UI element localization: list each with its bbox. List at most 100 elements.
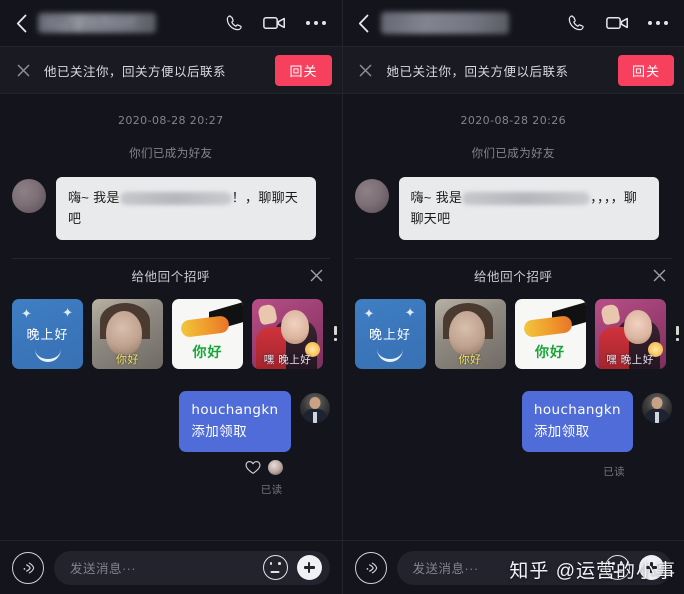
sticker-scroll-indicator[interactable] <box>675 323 681 345</box>
message-input[interactable]: 发送消息··· <box>396 550 672 585</box>
sticker-night[interactable]: ✦ ✦ 晚上好 <box>12 298 83 369</box>
star-icon: ✦ <box>404 304 416 320</box>
system-note: 你们已成为好友 <box>129 148 213 160</box>
chat-header: ~..,·'|/·~·!~~! <box>0 0 342 46</box>
phone-icon[interactable] <box>564 11 588 35</box>
close-icon[interactable] <box>650 267 668 285</box>
portrait-face <box>281 309 309 344</box>
contact-avatar[interactable] <box>12 179 46 213</box>
read-status: 已读 <box>603 466 625 479</box>
more-horizontal-icon[interactable] <box>304 11 328 35</box>
banner-text: 他已关注你，回关方便以后联系 <box>44 64 227 79</box>
incoming-text-prefix: 嗨~ 我是 <box>68 190 120 205</box>
waving-hand-icon <box>257 303 278 326</box>
back-button[interactable] <box>353 12 375 34</box>
voice-wave-icon[interactable] <box>12 551 44 584</box>
chat-header <box>343 0 684 46</box>
heart-outline-icon[interactable] <box>245 459 262 476</box>
contact-name-redacted: ~..,·'|/·~·!~~! <box>38 13 156 33</box>
follow-back-button[interactable]: 回关 <box>275 54 332 86</box>
portrait-face <box>623 309 652 344</box>
outgoing-message-row: houchangkn 添加领取 <box>355 390 672 453</box>
message-input[interactable]: 发送消息··· <box>54 550 330 585</box>
outgoing-message-row: houchangkn 添加领取 <box>12 390 330 453</box>
avatar-tie <box>312 411 317 423</box>
voice-wave-icon[interactable] <box>354 551 387 584</box>
avatar-head <box>651 396 663 409</box>
message-input-placeholder: 发送消息··· <box>70 562 136 576</box>
banner-divider <box>0 93 342 94</box>
close-icon[interactable] <box>308 267 326 285</box>
phone-icon[interactable] <box>222 11 246 35</box>
more-horizontal-icon[interactable] <box>646 11 670 35</box>
incoming-bubble[interactable]: 嗨~ 我是 ！，聊聊天吧 <box>56 177 316 240</box>
chat-panel-right: 她已关注你，回关方便以后联系 回关 2020-08-28 20:26 你们已成为… <box>341 0 684 594</box>
outgoing-line-1: houchangkn <box>191 401 279 418</box>
back-button[interactable] <box>10 12 32 34</box>
outgoing-line-2: 添加领取 <box>191 424 247 440</box>
close-icon[interactable] <box>14 61 32 79</box>
orange-shape <box>180 315 230 338</box>
self-avatar[interactable] <box>299 392 330 423</box>
sticker-scroll-indicator[interactable] <box>332 323 338 345</box>
greeting-header: 给他回个招呼 <box>12 259 330 293</box>
contact-avatar[interactable] <box>354 179 389 213</box>
message-reactions <box>12 459 330 476</box>
incoming-bubble[interactable]: 嗨~ 我是 ，，，，聊聊天吧 <box>398 177 659 240</box>
reactor-avatar[interactable] <box>267 460 283 476</box>
sticker-label: 晚上好 <box>368 326 411 342</box>
crescent-moon-icon <box>377 346 403 362</box>
incoming-text-prefix: 嗨~ 我是 <box>410 190 463 205</box>
sticker-label: 你好 <box>116 353 139 366</box>
star-icon: ✦ <box>21 305 32 321</box>
emoji-smiley-icon[interactable] <box>605 555 630 580</box>
contact-name-text: ~..,·'|/·~·!~~! <box>44 15 136 31</box>
outgoing-bubble[interactable]: houchangkn 添加领取 <box>179 390 291 453</box>
plus-icon[interactable] <box>639 555 664 580</box>
contact-name-redacted <box>380 12 509 34</box>
sticker-portrait-hello[interactable]: 你好 <box>434 298 506 369</box>
sticker-orange-hello[interactable]: 你好 <box>172 298 243 369</box>
chat-comparison-screenshot: ~..,·'|/·~·!~~! 他已关注你，回关方便以后联系 回关 2020-0… <box>0 0 684 594</box>
close-icon[interactable] <box>357 61 375 79</box>
outgoing-bubble[interactable]: houchangkn 添加领取 <box>521 390 633 453</box>
system-note: 你们已成为好友 <box>471 148 555 160</box>
sticker-wave-hello[interactable]: 嘿 晚上好 <box>594 298 666 369</box>
greeting-header: 给他回个招呼 <box>355 259 673 293</box>
sticker-wave-hello[interactable]: 嘿 晚上好 <box>252 298 323 369</box>
sticker-row: ✦ ✦ 晚上好 你好 你好 嘿 晚上好 <box>12 298 337 369</box>
message-input-bar: 发送消息··· <box>0 540 342 594</box>
sticker-night[interactable]: ✦ ✦ 晚上好 <box>354 298 426 369</box>
chat-panel-left: ~..,·'|/·~·!~~! 他已关注你，回关方便以后联系 回关 2020-0… <box>0 0 342 594</box>
follow-back-banner: 她已关注你，回关方便以后联系 回关 <box>342 47 684 93</box>
greeting-title: 给他回个招呼 <box>473 270 553 285</box>
sticker-label: 你好 <box>192 343 223 360</box>
sticker-portrait-hello[interactable]: 你好 <box>92 298 163 369</box>
greeting-title: 给他回个招呼 <box>131 270 211 285</box>
banner-divider <box>342 93 684 94</box>
contact-name <box>375 12 565 34</box>
sticker-label: 晚上好 <box>26 326 69 342</box>
sticker-row: ✦ ✦ 晚上好 你好 你好 嘿 晚上好 <box>354 298 679 369</box>
chat-body: 2020-08-28 20:26 你们已成为好友 嗨~ 我是 ，，，，聊聊天吧 给… <box>343 114 684 479</box>
banner-text: 她已关注你，回关方便以后联系 <box>386 64 569 79</box>
video-camera-icon[interactable] <box>263 11 287 35</box>
sticker-orange-hello[interactable]: 你好 <box>514 298 586 369</box>
avatar-tie <box>655 411 659 423</box>
video-camera-icon[interactable] <box>605 11 629 35</box>
emoji-smiley-icon[interactable] <box>262 555 288 580</box>
message-timestamp: 2020-08-28 20:27 <box>117 114 224 127</box>
redacted-name <box>119 192 232 206</box>
star-icon: ✦ <box>62 304 73 320</box>
follow-back-button[interactable]: 回关 <box>617 54 674 86</box>
outgoing-line-2: 添加领取 <box>533 424 590 440</box>
message-input-bar: 发送消息··· <box>342 540 684 594</box>
sticker-label: 你好 <box>458 353 482 366</box>
message-timestamp: 2020-08-28 20:26 <box>460 114 567 127</box>
portrait-face <box>448 310 485 355</box>
self-avatar[interactable] <box>642 392 672 423</box>
plus-icon[interactable] <box>296 555 322 580</box>
incoming-message-row: 嗨~ 我是 ，，，，聊聊天吧 <box>354 177 673 240</box>
sticker-label: 嘿 晚上好 <box>606 353 654 366</box>
header-actions <box>564 11 670 35</box>
